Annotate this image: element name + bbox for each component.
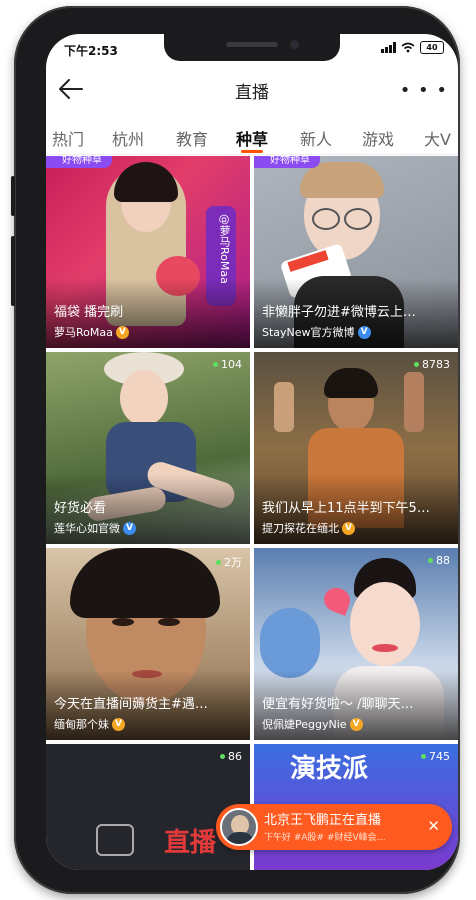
viewer-count: 86 [220,750,242,763]
card-author: 倪佩婕PeggyNie V [262,716,363,732]
verified-icon: V [115,325,129,339]
card-author: 萝马RoMaa V [54,324,129,340]
tab-hangzhou[interactable]: 杭州 [112,126,144,150]
active-tab-indicator [241,150,263,153]
notification-title: 北京王飞鹏正在直播 [264,813,382,828]
viewer-count: 104 [213,358,242,371]
live-notification[interactable]: 北京王飞鹏正在直播 下午好 #A股# #财经V峰会… ✕ [216,804,452,850]
live-card[interactable]: 直播 86 [46,744,250,870]
viewer-count: 88 [428,554,450,567]
card-title: 今天在直播间薅货主#遇… [54,697,208,712]
verified-icon: V [123,521,136,535]
tab-education[interactable]: 教育 [176,126,208,150]
category-tabs: 热门 杭州 教育 种草 新人 游戏 大V [46,118,458,155]
card-title: 便宜有好货啦～ /聊聊天… [262,697,414,712]
card-title: 福袋 播完刷 [54,305,124,320]
card-author: 莲华心如官微 V [54,520,136,536]
card-author: 缅甸那个妹 V [54,716,125,732]
viewer-count: 2万 [216,554,242,570]
tab-recommend[interactable]: 种草 [236,126,268,150]
verified-icon: V [349,717,363,731]
wifi-icon [401,42,415,53]
verified-icon: V [357,325,371,339]
card-overlay-text: 演技派 [290,754,369,784]
battery-icon: 40 [420,41,444,54]
live-card[interactable]: 2万 今天在直播间薅货主#遇… 缅甸那个妹 V [46,548,250,740]
phone-frame: 下午2:53 40 直播 • • • 热门 杭州 教育 种草 新人 游戏 大V [11,6,460,894]
live-card[interactable]: @萝马RoMaa 好物种草 福袋 播完刷 萝马RoMaa V [46,156,250,348]
more-icon[interactable]: • • • [400,80,448,101]
screen: 下午2:53 40 直播 • • • 热门 杭州 教育 种草 新人 游戏 大V [46,34,458,870]
avatar [220,808,258,846]
card-title: 非懒胖子勿进#微博云上… [262,305,416,320]
card-overlay-text: 直播 [164,828,217,858]
streamer-sign: @萝马RoMaa [218,214,231,284]
card-title: 我们从早上11点半到下午5… [262,501,430,516]
live-card[interactable]: 88 便宜有好货啦～ /聊聊天… 倪佩婕PeggyNie V [254,548,458,740]
live-card[interactable]: 好物种草 非懒胖子勿进#微博云上… StayNew官方微博 V [254,156,458,348]
card-author: 提刀探花在缅北 V [262,520,355,536]
verified-icon: V [342,521,355,535]
page-title: 直播 [235,83,269,103]
nav-bar: 直播 • • • [46,68,458,112]
status-time: 下午2:53 [64,44,118,58]
tab-big-v[interactable]: 大V [424,126,451,150]
signal-icon [381,42,396,53]
card-author: StayNew官方微博 V [262,324,371,340]
verified-icon: V [112,717,125,731]
live-card[interactable]: 104 好货必看 莲华心如官微 V [46,352,250,544]
recommend-tag: 好物种草 [254,156,320,168]
tab-hot[interactable]: 热门 [52,126,84,150]
tab-newcomer[interactable]: 新人 [300,126,332,150]
card-title: 好货必看 [54,501,107,516]
live-card[interactable]: 8783 我们从早上11点半到下午5… 提刀探花在缅北 V [254,352,458,544]
recommend-tag: 好物种草 [46,156,112,168]
close-icon[interactable]: ✕ [427,817,440,835]
notification-subtitle: 下午好 #A股# #财经V峰会… [264,833,386,843]
notch [164,34,340,61]
viewer-count: 8783 [414,358,450,371]
viewer-count: 745 [421,750,450,763]
tab-games[interactable]: 游戏 [362,126,394,150]
